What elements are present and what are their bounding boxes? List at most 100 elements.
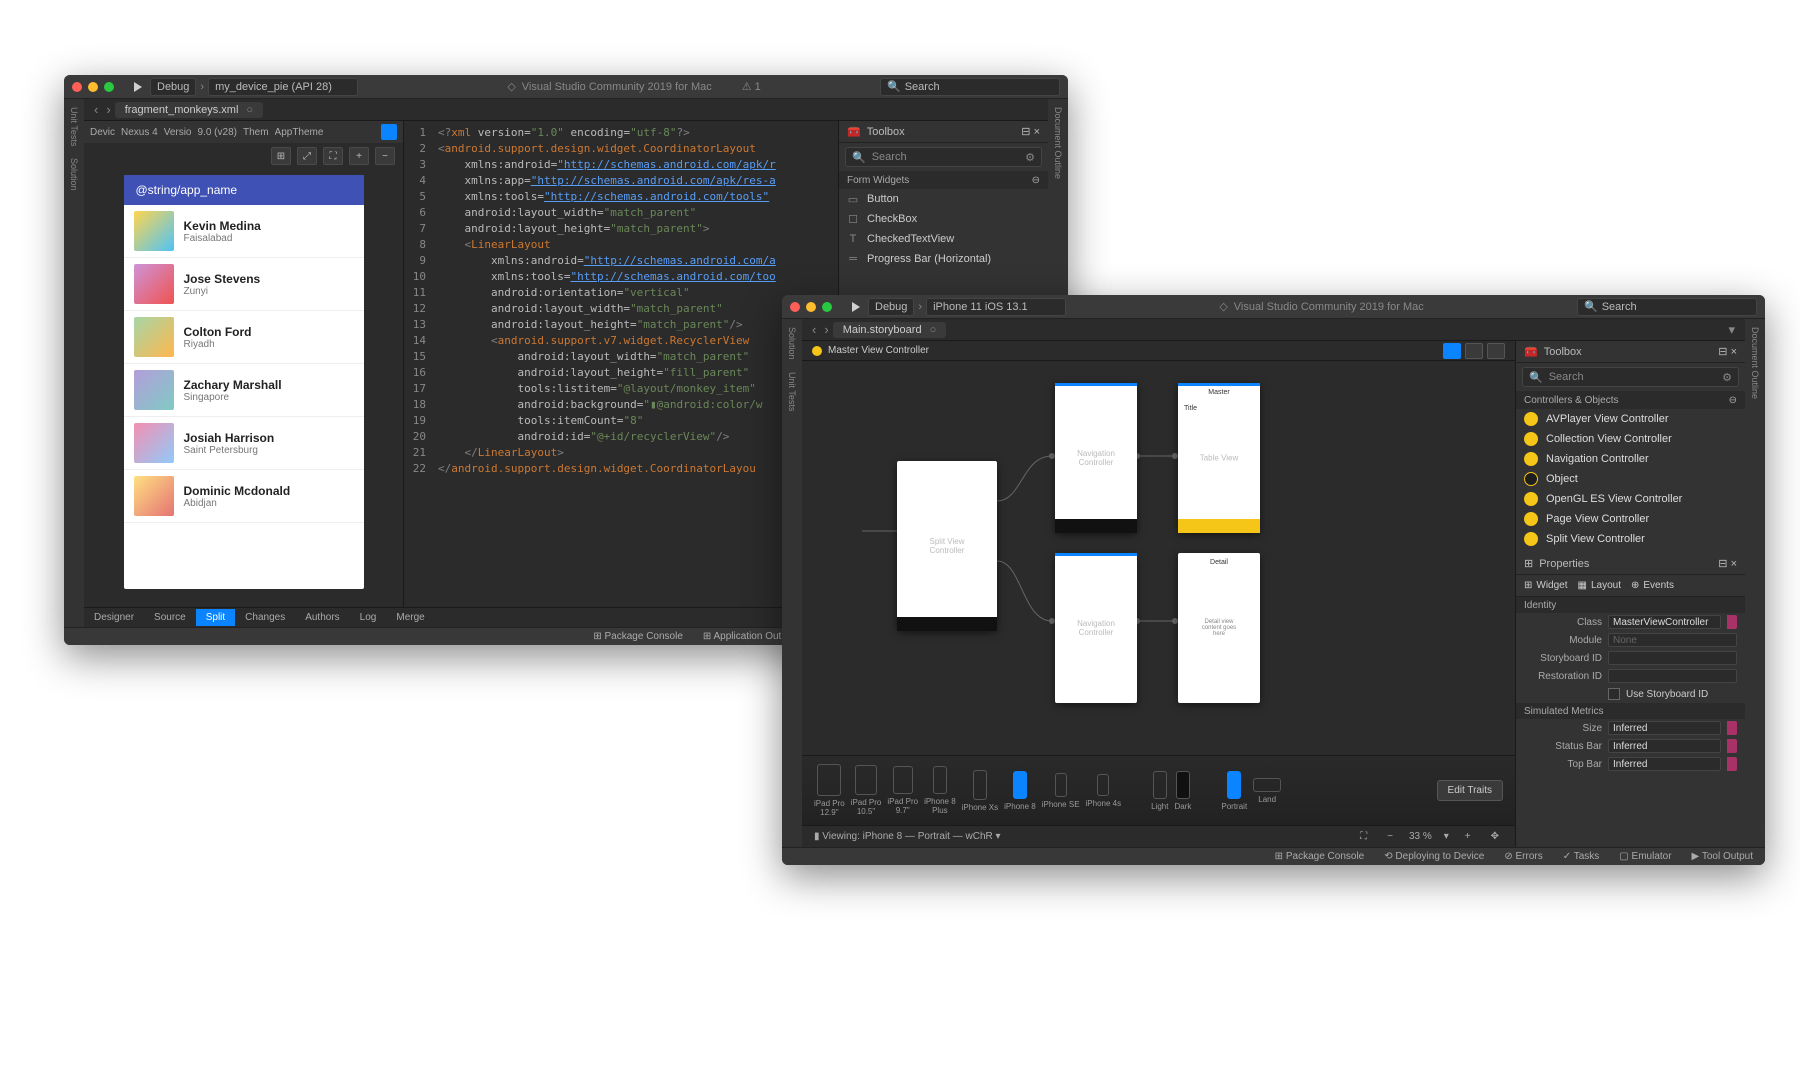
view-tab-designer[interactable]: Designer bbox=[84, 609, 144, 626]
use-storyboard-id-checkbox[interactable] bbox=[1608, 688, 1620, 700]
storyboard-canvas[interactable]: Split View Controller Navigation Control… bbox=[802, 361, 1515, 755]
search-input[interactable]: 🔍 Search bbox=[1577, 298, 1757, 316]
list-item[interactable]: Zachary Marshall Singapore bbox=[124, 364, 364, 417]
unit-tests-tab[interactable]: Unit Tests bbox=[787, 372, 797, 411]
orientation-land[interactable]: Land bbox=[1253, 778, 1281, 804]
code-editor[interactable]: 12345678910111213141516171819202122 <?xm… bbox=[404, 121, 838, 607]
nav-back-icon[interactable]: ‹ bbox=[94, 102, 98, 117]
module-field[interactable]: None bbox=[1608, 633, 1737, 647]
list-item[interactable]: Kevin Medina Faisalabad bbox=[124, 205, 364, 258]
package-console-button[interactable]: ⊞ Package Console bbox=[593, 631, 683, 642]
statusbar-dropdown[interactable] bbox=[1727, 739, 1737, 753]
device-iphone-4s[interactable]: iPhone 4s bbox=[1086, 774, 1122, 808]
toolbox-search[interactable]: 🔍 Search⚙ bbox=[1522, 367, 1739, 387]
edit-traits-button[interactable]: Edit Traits bbox=[1437, 780, 1503, 801]
tab-widget[interactable]: ⊞ Widget bbox=[1524, 580, 1568, 591]
scene-nav-2[interactable]: Navigation Controller bbox=[1055, 553, 1137, 703]
view-tab-merge[interactable]: Merge bbox=[386, 609, 434, 626]
scene-split-vc[interactable]: Split View Controller bbox=[897, 461, 997, 631]
device-ipad-pro-9-7-[interactable]: iPad Pro9.7" bbox=[887, 766, 918, 815]
view-tab-authors[interactable]: Authors bbox=[295, 609, 349, 626]
storyboard-id-field[interactable] bbox=[1608, 651, 1737, 665]
tool-output-button[interactable]: ▶ Tool Output bbox=[1692, 851, 1753, 862]
fit-icon[interactable]: ⛶ bbox=[1356, 831, 1371, 842]
restoration-id-field[interactable] bbox=[1608, 669, 1737, 683]
list-item[interactable]: Colton Ford Riyadh bbox=[124, 311, 364, 364]
remove-icon[interactable]: − bbox=[375, 147, 395, 165]
zoom-in-button[interactable]: + bbox=[1461, 831, 1475, 842]
viewing-label[interactable]: ▮ Viewing: iPhone 8 — Portrait — wChR ▾ bbox=[814, 831, 1001, 842]
toolbox-section[interactable]: Controllers & Objects⊖ bbox=[1516, 391, 1745, 409]
breadcrumb-item[interactable]: Master View Controller bbox=[828, 345, 929, 356]
gear-icon[interactable]: ⊖ bbox=[1729, 395, 1737, 406]
toolbox-section[interactable]: Form Widgets⊖ bbox=[839, 171, 1048, 189]
document-outline-tab[interactable]: Document Outline bbox=[1750, 327, 1760, 399]
controller-item[interactable]: Split View Controller bbox=[1516, 529, 1745, 549]
settings-icon[interactable]: ⚙ bbox=[1722, 371, 1732, 384]
deploy-button[interactable]: ⟲ Deploying to Device bbox=[1384, 851, 1484, 862]
nav-back-icon[interactable]: ‹ bbox=[812, 322, 816, 337]
gear-icon[interactable]: ⊖ bbox=[1032, 175, 1040, 186]
close-tab-icon[interactable]: ○ bbox=[930, 324, 937, 336]
list-item[interactable]: Jose Stevens Zunyi bbox=[124, 258, 364, 311]
device-iphone-8[interactable]: iPhone 8 bbox=[1004, 771, 1036, 811]
package-console-button[interactable]: ⊞ Package Console bbox=[1275, 851, 1365, 862]
nav-forward-icon[interactable]: › bbox=[106, 102, 110, 117]
expand-icon[interactable]: ⤢ bbox=[297, 147, 317, 165]
theme-select[interactable]: AppTheme bbox=[275, 127, 324, 138]
zoom-level[interactable]: 33 % bbox=[1409, 831, 1432, 842]
class-field[interactable]: MasterViewController bbox=[1608, 615, 1721, 629]
portrait-icon[interactable] bbox=[381, 124, 397, 140]
device-ipad-pro-10-5-[interactable]: iPad Pro10.5" bbox=[851, 765, 882, 816]
constraints-icon[interactable]: ⊞ bbox=[271, 147, 291, 165]
target-select[interactable]: my_device_pie (API 28) bbox=[208, 78, 358, 96]
close-icon[interactable] bbox=[72, 82, 82, 92]
controller-item[interactable]: AVPlayer View Controller bbox=[1516, 409, 1745, 429]
scene-table-view[interactable]: Master Title Table View bbox=[1178, 383, 1260, 533]
zoom-icon[interactable] bbox=[822, 302, 832, 312]
unit-tests-tab[interactable]: Unit Tests bbox=[69, 107, 79, 146]
pan-icon[interactable]: ✥ bbox=[1487, 831, 1503, 842]
controller-item[interactable]: OpenGL ES View Controller bbox=[1516, 489, 1745, 509]
solution-tab[interactable]: Solution bbox=[69, 158, 79, 191]
tab-events[interactable]: ⊕ Events bbox=[1631, 580, 1674, 591]
panel-collapse-icon[interactable]: ⊟ × bbox=[1718, 557, 1737, 570]
cabinet-dropdown-icon[interactable]: ▾ bbox=[1728, 322, 1735, 338]
appearance-dark[interactable]: Dark bbox=[1174, 771, 1191, 811]
source-mode-button[interactable] bbox=[1487, 343, 1505, 359]
panel-collapse-icon[interactable]: ⊟ × bbox=[1718, 345, 1737, 358]
controller-item[interactable]: Navigation Controller bbox=[1516, 449, 1745, 469]
device-ipad-pro-12-9-[interactable]: iPad Pro12.9" bbox=[814, 764, 845, 817]
zoom-out-button[interactable]: − bbox=[1383, 831, 1397, 842]
view-tab-source[interactable]: Source bbox=[144, 609, 196, 626]
size-dropdown[interactable] bbox=[1727, 721, 1737, 735]
device-iphone-8-plus[interactable]: iPhone 8Plus bbox=[924, 766, 956, 815]
topbar-select[interactable]: Inferred bbox=[1608, 757, 1721, 771]
solution-tab[interactable]: Solution bbox=[787, 327, 797, 360]
target-select[interactable]: iPhone 11 iOS 13.1 bbox=[926, 298, 1066, 316]
tasks-button[interactable]: ✓ Tasks bbox=[1563, 851, 1600, 862]
emulator-button[interactable]: ▢ Emulator bbox=[1619, 851, 1671, 862]
device-iphone-se[interactable]: iPhone SE bbox=[1042, 773, 1080, 809]
toolbox-item[interactable]: ☐CheckBox bbox=[839, 209, 1048, 229]
close-tab-icon[interactable]: ○ bbox=[246, 104, 253, 116]
view-tab-log[interactable]: Log bbox=[350, 609, 387, 626]
constraint-mode-button[interactable] bbox=[1465, 343, 1483, 359]
size-select[interactable]: Inferred bbox=[1608, 721, 1721, 735]
class-dropdown[interactable] bbox=[1727, 615, 1737, 629]
run-button[interactable] bbox=[134, 82, 142, 92]
file-tab[interactable]: fragment_monkeys.xml ○ bbox=[115, 102, 263, 118]
controller-item[interactable]: Collection View Controller bbox=[1516, 429, 1745, 449]
config-select[interactable]: Debug bbox=[150, 78, 196, 96]
statusbar-select[interactable]: Inferred bbox=[1608, 739, 1721, 753]
view-tab-changes[interactable]: Changes bbox=[235, 609, 295, 626]
orientation-portrait[interactable]: Portrait bbox=[1221, 771, 1247, 811]
device-select[interactable]: Nexus 4 bbox=[121, 127, 158, 138]
add-icon[interactable]: + bbox=[349, 147, 369, 165]
tab-layout[interactable]: ▦ Layout bbox=[1578, 580, 1621, 591]
settings-icon[interactable]: ⚙ bbox=[1025, 151, 1035, 164]
minimize-icon[interactable] bbox=[806, 302, 816, 312]
minimize-icon[interactable] bbox=[88, 82, 98, 92]
appearance-light[interactable]: Light bbox=[1151, 771, 1168, 811]
config-select[interactable]: Debug bbox=[868, 298, 914, 316]
